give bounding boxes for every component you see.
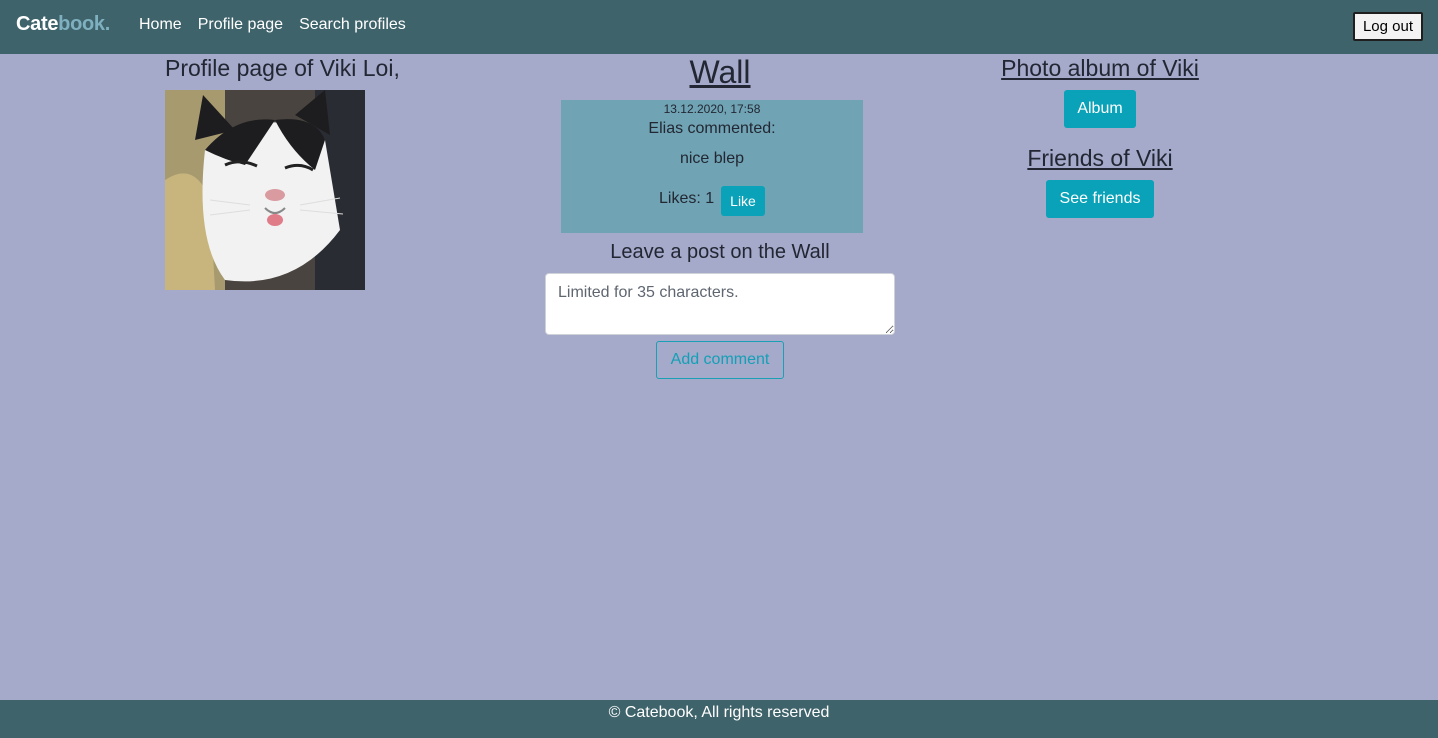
wall-title[interactable]: Wall [561, 54, 879, 91]
wall-post-input[interactable] [545, 273, 895, 335]
nav-link-home[interactable]: Home [139, 16, 182, 34]
post-author: Elias commented: [648, 120, 776, 137]
profile-avatar [165, 90, 365, 290]
brand-part-1: Cate [16, 13, 59, 35]
wall-post: 13.12.2020, 17:58 Elias commented: nice … [561, 100, 863, 233]
profile-title: Profile page of Viki Loi, [165, 55, 400, 81]
brand-part-2: book. [58, 13, 110, 35]
post-text: nice blep [679, 150, 745, 167]
post-likes-count: Likes: 1 [659, 190, 715, 207]
logout-button[interactable]: Log out [1353, 12, 1423, 41]
like-button[interactable]: Like [721, 186, 765, 216]
nav-link-profile-page[interactable]: Profile page [198, 16, 283, 34]
brand-logo[interactable]: Catebook. [16, 13, 110, 36]
see-friends-button[interactable]: See friends [1046, 180, 1154, 218]
navbar: Catebook. Home Profile page Search profi… [0, 0, 1438, 54]
friends-title[interactable]: Friends of Viki [960, 145, 1240, 172]
album-button[interactable]: Album [1064, 90, 1136, 128]
leave-post-title: Leave a post on the Wall [610, 241, 830, 263]
photo-album-title[interactable]: Photo album of Viki [960, 55, 1240, 82]
cat-photo-icon [165, 90, 365, 290]
nav-link-search-profiles[interactable]: Search profiles [299, 16, 406, 34]
footer-text: © Catebook, All rights reserved [608, 704, 830, 721]
add-comment-button[interactable]: Add comment [656, 341, 784, 379]
nav-links: Home Profile page Search profiles [139, 16, 406, 34]
footer: © Catebook, All rights reserved [0, 700, 1438, 738]
post-date: 13.12.2020, 17:58 [663, 102, 761, 116]
